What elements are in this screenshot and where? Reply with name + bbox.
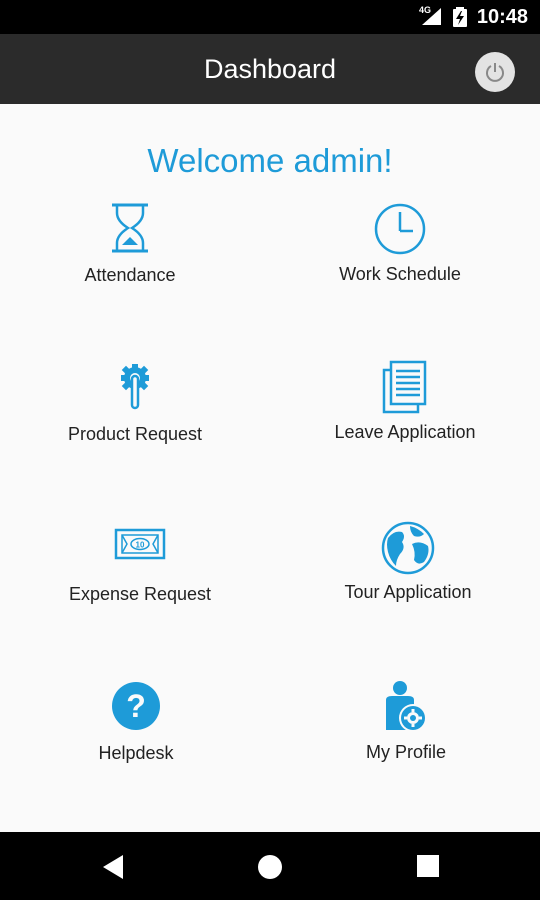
power-icon	[486, 63, 504, 82]
documents-icon	[382, 360, 427, 414]
work-schedule-label: Work Schedule	[339, 264, 461, 284]
signal-icon	[422, 8, 441, 25]
tour-application-label: Tour Application	[344, 582, 472, 602]
svg-text:10: 10	[136, 541, 145, 550]
expense-request-label: Expense Request	[68, 584, 212, 604]
battery-charging-icon	[453, 7, 467, 27]
wrench-gear-icon	[121, 364, 149, 410]
leave-application-label: Leave Application	[334, 422, 476, 442]
product-request-tile[interactable]: Product Request	[15, 362, 255, 472]
power-button[interactable]	[475, 52, 515, 92]
profile-settings-icon	[386, 681, 427, 732]
work-schedule-tile[interactable]: Work Schedule	[280, 202, 520, 312]
recents-icon[interactable]	[416, 854, 440, 878]
welcome-heading: Welcome admin!	[147, 142, 393, 179]
help-icon: ?	[112, 682, 160, 730]
clock-time: 10:48	[476, 6, 528, 28]
leave-application-tile[interactable]: Leave Application	[285, 360, 525, 470]
expense-request-tile[interactable]: 10 Expense Request	[20, 522, 260, 632]
attendance-label: Attendance	[84, 265, 176, 285]
my-profile-tile[interactable]: My Profile	[286, 680, 526, 790]
product-request-label: Product Request	[67, 424, 203, 444]
home-icon[interactable]	[257, 854, 283, 880]
tour-application-tile[interactable]: Tour Application	[288, 520, 528, 630]
status-bar: 4G 10:48	[0, 0, 540, 34]
page-title: Dashboard	[203, 54, 337, 84]
clock-icon	[374, 203, 426, 255]
hourglass-icon	[112, 203, 148, 253]
globe-icon	[381, 521, 435, 575]
banknote-icon: 10	[114, 528, 166, 560]
svg-text:?: ?	[126, 688, 146, 724]
app-bar: Dashboard	[0, 34, 540, 104]
attendance-tile[interactable]: Attendance	[10, 203, 250, 313]
helpdesk-tile[interactable]: ? Helpdesk	[16, 681, 256, 791]
back-icon[interactable]	[101, 854, 125, 880]
navigation-bar	[0, 832, 540, 900]
helpdesk-label: Helpdesk	[98, 743, 174, 763]
my-profile-label: My Profile	[365, 742, 446, 762]
